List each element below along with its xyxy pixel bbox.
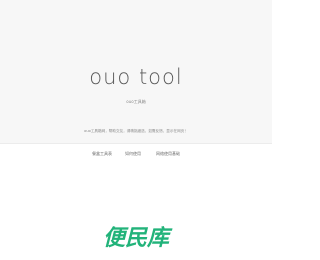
nav-link-tool-table[interactable]: 餐盒工具表 <box>92 151 112 157</box>
nav-links: 餐盒工具表 如何使用 网络使用基础 <box>0 151 272 159</box>
logo-graphic: 便民库 <box>103 226 173 250</box>
site-title: ouo tool <box>89 65 183 89</box>
hero-section: ouo tool ouo工具箱 ouo工具箱网，帮助交友，请精挑细选，如需反馈，… <box>0 0 272 143</box>
page: ouo tool ouo工具箱 ouo工具箱网，帮助交友，请精挑细选，如需反馈，… <box>0 0 272 260</box>
intro-text: ouo工具箱网，帮助交友，请精挑细选，如需反馈，显示在网页！ <box>84 129 188 133</box>
site-subtitle: ouo工具箱 <box>126 99 146 104</box>
site-logo[interactable]: 便民库 <box>0 224 272 250</box>
logo-wordmark: 便民库 <box>103 226 173 250</box>
nav-link-how-to-use[interactable]: 如何使用 <box>125 151 141 157</box>
nav-link-network-basics[interactable]: 网络使用基础 <box>156 151 180 157</box>
divider <box>0 143 272 144</box>
